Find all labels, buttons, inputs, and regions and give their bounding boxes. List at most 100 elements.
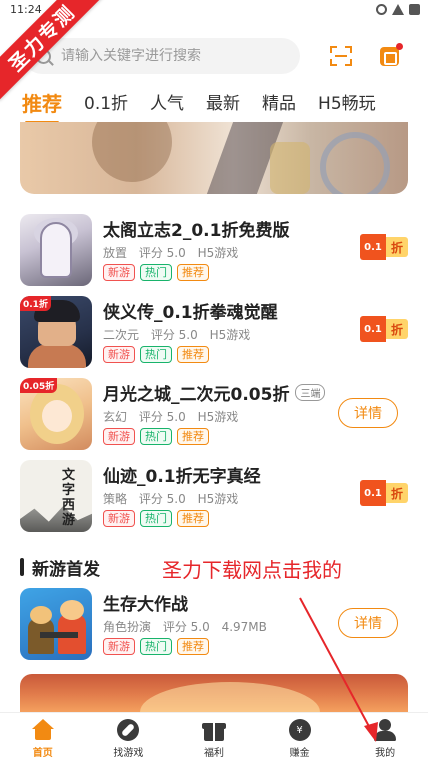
tag-recommend: 推荐 (177, 428, 209, 445)
game-tags: 新游 热门 推荐 (103, 346, 209, 363)
discount-value: 0.1 (360, 316, 386, 342)
bottom-nav: 首页 找游戏 福利 ¥ 赚金 我的 (0, 712, 428, 762)
tag-new: 新游 (103, 638, 135, 655)
nav-welfare[interactable]: 福利 (171, 713, 257, 762)
status-icons (376, 4, 420, 15)
tag-recommend: 推荐 (177, 638, 209, 655)
game-rating: 评分 5.0 (150, 328, 198, 342)
nav-label: 找游戏 (113, 748, 144, 759)
tab-popular[interactable]: 人气 (150, 90, 184, 118)
nav-label: 赚金 (289, 748, 310, 759)
game-rating: 评分 5.0 (162, 620, 210, 634)
game-title: 月光之城_二次元0.05折 三端 (103, 380, 326, 405)
game-thumbnail (20, 214, 92, 286)
list-item[interactable]: 文字西游 仙迹_0.1折无字真经 策略 评分 5.0 H5游戏 新游 热门 推荐… (20, 460, 408, 534)
gift-icon (201, 719, 226, 741)
discount-unit: 折 (386, 319, 408, 339)
search-input[interactable] (61, 48, 281, 64)
nav-home[interactable]: 首页 (0, 713, 86, 762)
search-bar[interactable] (24, 38, 300, 74)
home-icon (31, 719, 55, 741)
discount-unit: 折 (386, 237, 408, 257)
game-meta: 玄幻 评分 5.0 H5游戏 (103, 408, 246, 425)
game-rating: 评分 5.0 (138, 410, 186, 424)
detail-button[interactable]: 详情 (338, 398, 398, 428)
game-type: H5游戏 (197, 246, 239, 260)
game-category: 二次元 (103, 328, 140, 342)
signal-icon (392, 4, 404, 15)
game-thumbnail: 文字西游 (20, 460, 92, 532)
game-title-text: 月光之城_二次元0.05折 (103, 385, 290, 405)
game-category: 角色扮演 (103, 620, 152, 634)
list-item[interactable]: 0.05折 月光之城_二次元0.05折 三端 玄幻 评分 5.0 H5游戏 新游 … (20, 378, 408, 452)
thumb-badge: 0.05折 (20, 378, 58, 393)
discount-value: 0.1 (360, 234, 386, 260)
tag-recommend: 推荐 (177, 510, 209, 527)
money-icon: ¥ (288, 719, 312, 741)
tag-new: 新游 (103, 346, 135, 363)
game-tags: 新游 热门 推荐 (103, 638, 209, 655)
tag-hot: 热门 (140, 638, 172, 655)
game-thumbnail (20, 588, 92, 660)
game-meta: 放置 评分 5.0 H5游戏 (103, 244, 246, 261)
tag-hot: 热门 (140, 264, 172, 281)
category-tabs: 推荐 0.1折 人气 最新 精品 H5畅玩 (22, 84, 398, 124)
tab-recommend[interactable]: 推荐 (22, 90, 62, 124)
game-category: 策略 (103, 492, 128, 506)
thumb-calligraphy: 文字西游 (62, 468, 76, 528)
nav-label: 我的 (375, 748, 396, 759)
thumb-badge: 0.1折 (20, 296, 51, 311)
game-rating: 评分 5.0 (138, 492, 186, 506)
game-title: 侠义传_0.1折拳魂觉醒 (103, 303, 278, 323)
game-title: 仙迹_0.1折无字真经 (103, 467, 261, 487)
scan-icon[interactable] (330, 46, 352, 66)
nav-label: 首页 (32, 748, 53, 759)
tag-recommend: 推荐 (177, 346, 209, 363)
tab-discount[interactable]: 0.1折 (84, 90, 128, 118)
tab-label: 推荐 (22, 92, 62, 116)
nav-label: 福利 (203, 748, 224, 759)
user-icon (373, 719, 397, 741)
game-thumbnail: 0.1折 (20, 296, 92, 368)
discount-badge[interactable]: 0.1 折 (360, 480, 410, 506)
tag-hot: 热门 (140, 428, 172, 445)
game-tags: 新游 热门 推荐 (103, 510, 209, 527)
notification-dot (396, 43, 403, 50)
section-bar (20, 558, 24, 576)
discount-value: 0.1 (360, 480, 386, 506)
nav-find-games[interactable]: 找游戏 (86, 713, 172, 762)
tag-new: 新游 (103, 510, 135, 527)
game-size: 4.97MB (221, 620, 267, 634)
promo-text: 圣力下载网点击我的 (162, 558, 342, 582)
tag-hot: 热门 (140, 510, 172, 527)
tag-new: 新游 (103, 264, 135, 281)
game-category: 玄幻 (103, 410, 128, 424)
game-type: H5游戏 (197, 410, 239, 424)
nav-mine[interactable]: 我的 (342, 713, 428, 762)
tag-new: 新游 (103, 428, 135, 445)
vibrate-icon (376, 4, 387, 15)
game-tags: 新游 热门 推荐 (103, 264, 209, 281)
game-meta: 策略 评分 5.0 H5游戏 (103, 490, 246, 507)
nav-earn[interactable]: ¥ 赚金 (257, 713, 343, 762)
tab-h5[interactable]: H5畅玩 (318, 90, 376, 118)
tab-featured[interactable]: 精品 (262, 90, 296, 118)
game-category: 放置 (103, 246, 128, 260)
game-meta: 角色扮演 评分 5.0 4.97MB (103, 618, 275, 635)
promo-banner[interactable] (20, 122, 408, 194)
message-icon[interactable] (380, 43, 403, 66)
tag-recommend: 推荐 (177, 264, 209, 281)
platform-badge: 三端 (295, 384, 326, 401)
list-item[interactable]: 0.1折 侠义传_0.1折拳魂觉醒 二次元 评分 5.0 H5游戏 新游 热门 … (20, 296, 408, 370)
game-tags: 新游 热门 推荐 (103, 428, 209, 445)
section-title: 新游首发 (32, 559, 100, 580)
list-item[interactable]: 生存大作战 角色扮演 评分 5.0 4.97MB 新游 热门 推荐 详情 (20, 588, 408, 662)
list-item[interactable]: 太阁立志2_0.1折免费版 放置 评分 5.0 H5游戏 新游 热门 推荐 0.… (20, 214, 408, 288)
tag-hot: 热门 (140, 346, 172, 363)
discount-badge[interactable]: 0.1 折 (360, 234, 410, 260)
discount-badge[interactable]: 0.1 折 (360, 316, 410, 342)
discount-unit: 折 (386, 483, 408, 503)
game-thumbnail: 0.05折 (20, 378, 92, 450)
detail-button[interactable]: 详情 (338, 608, 398, 638)
tab-latest[interactable]: 最新 (206, 90, 240, 118)
